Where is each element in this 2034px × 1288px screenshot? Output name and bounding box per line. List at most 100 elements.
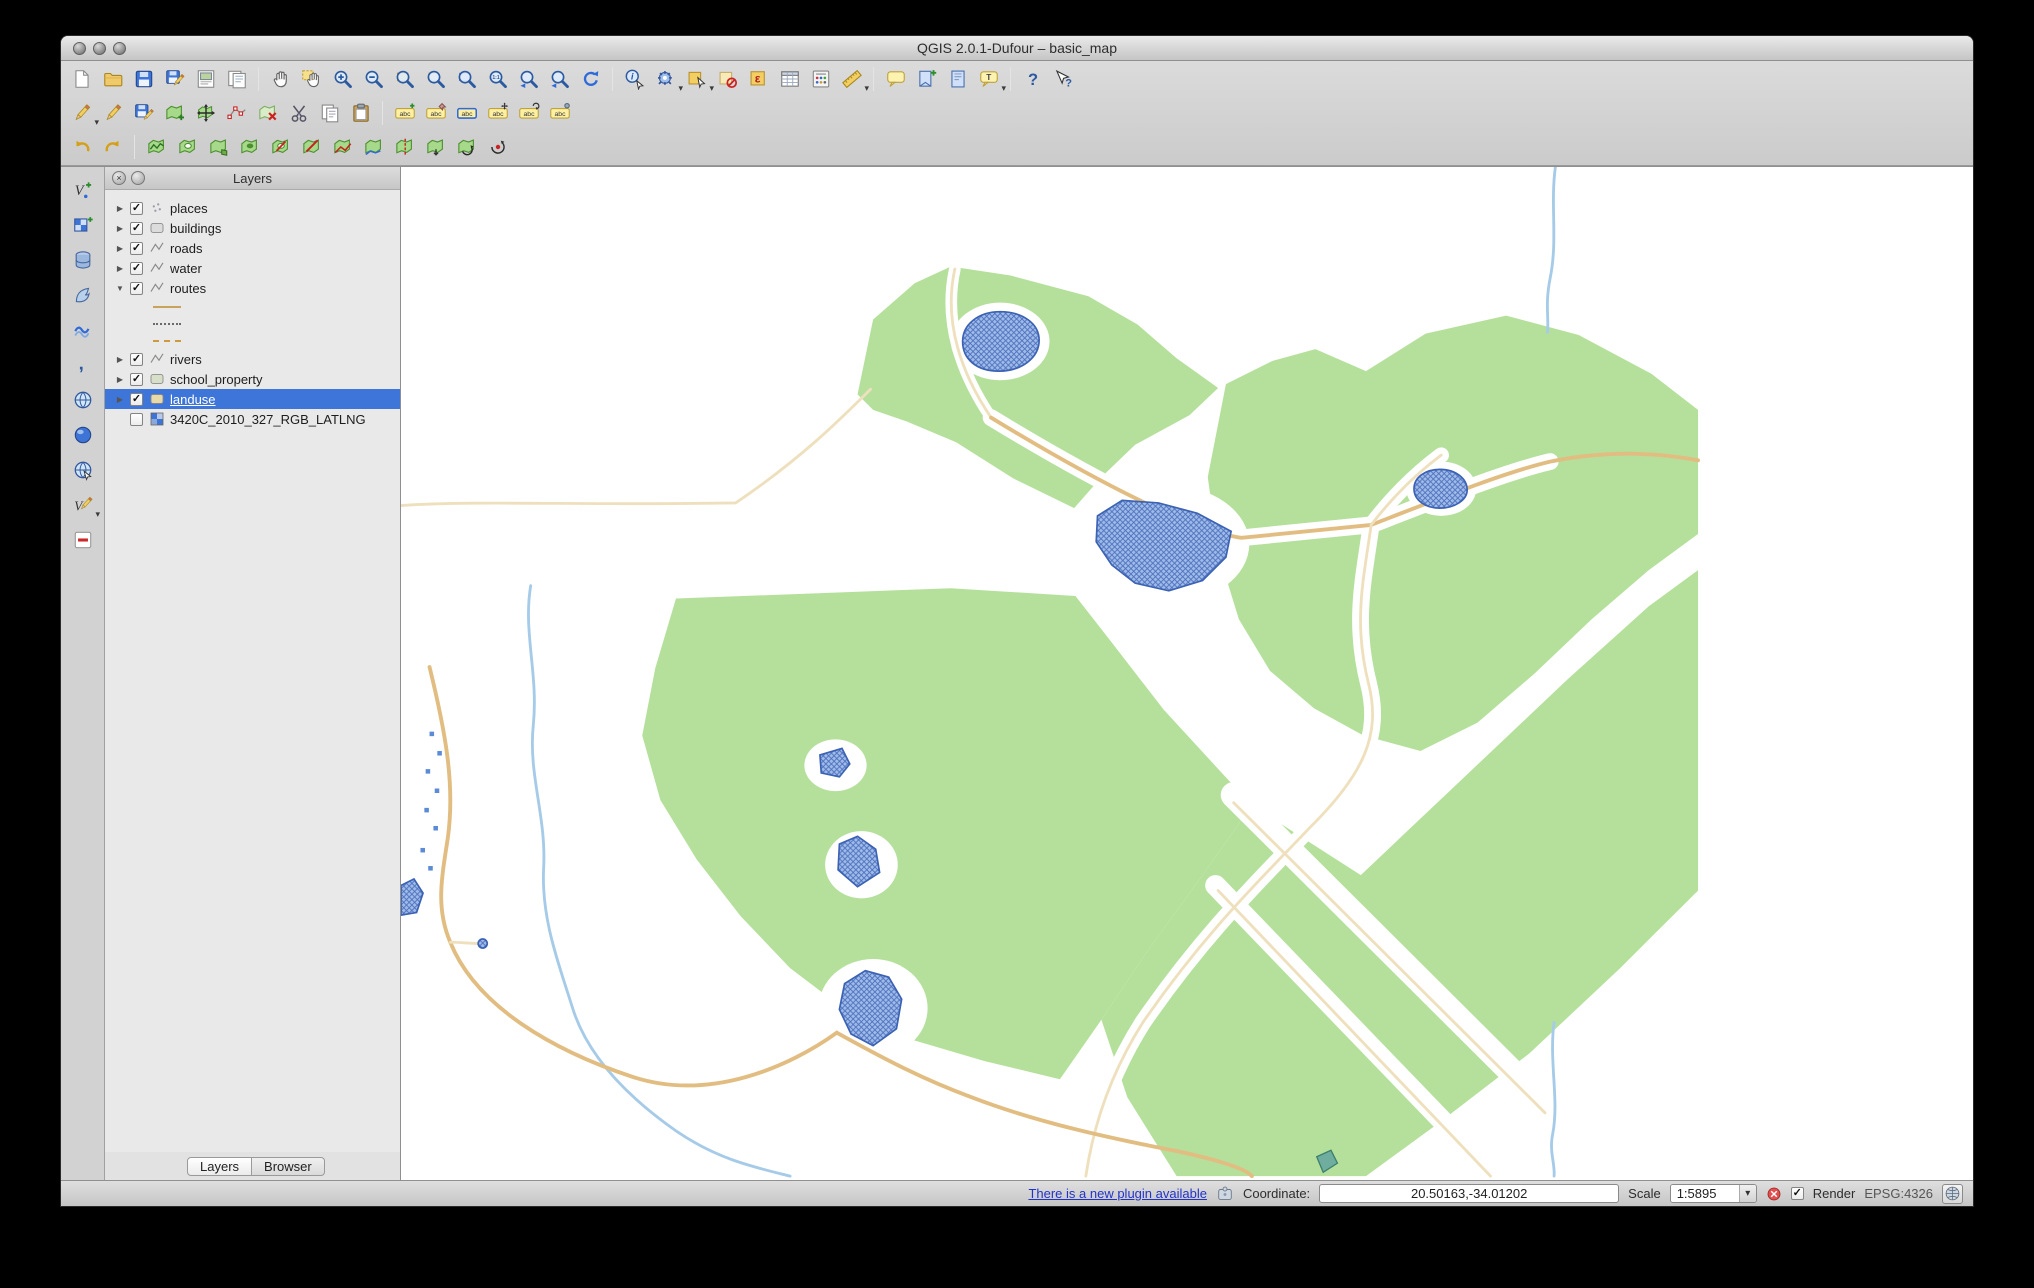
layer-expander-icon[interactable]: ▶	[115, 244, 125, 253]
redo-button[interactable]	[97, 132, 128, 162]
undo-button[interactable]	[66, 132, 97, 162]
label-properties-button[interactable]: abc	[544, 98, 575, 128]
field-calculator-button[interactable]	[805, 64, 836, 94]
layer-visibility-checkbox[interactable]: ✓	[130, 242, 143, 255]
layer-expander-icon[interactable]: ▶	[115, 355, 125, 364]
help-contents-button[interactable]: ?	[1017, 64, 1048, 94]
map-tips-button[interactable]	[880, 64, 911, 94]
layer-expander-icon[interactable]: ▶	[115, 204, 125, 213]
save-project-as-button[interactable]	[159, 64, 190, 94]
add-part-button[interactable]	[203, 132, 234, 162]
layer-visibility-checkbox[interactable]: ✓	[130, 373, 143, 386]
layer-visibility-checkbox[interactable]: ✓	[130, 262, 143, 275]
offset-curve-button[interactable]	[358, 132, 389, 162]
label-rotate-button[interactable]: abc	[513, 98, 544, 128]
paste-features-button[interactable]	[345, 98, 376, 128]
add-wfs-layer-button[interactable]	[67, 455, 98, 485]
labeling-button[interactable]: abc	[389, 98, 420, 128]
layer-item-rivers[interactable]: ▶✓rivers	[105, 349, 400, 369]
map-canvas[interactable]	[401, 167, 1973, 1180]
zoom-next-button[interactable]	[544, 64, 575, 94]
add-raster-layer-button[interactable]	[67, 210, 98, 240]
whats-this-button[interactable]: ?	[1048, 64, 1079, 94]
layer-item-roads[interactable]: ▶ ✓ roads	[105, 238, 400, 258]
simplify-feature-button[interactable]	[141, 132, 172, 162]
layer-expander-icon[interactable]: ▼	[115, 284, 125, 293]
label-highlight-button[interactable]: abc	[451, 98, 482, 128]
scale-input[interactable]	[1671, 1185, 1739, 1202]
text-annotation-button[interactable]: T▾	[973, 64, 1004, 94]
layer-expander-icon[interactable]: ▶	[115, 224, 125, 233]
layer-item-3420C_2010_327_RGB_LATLNG[interactable]: 3420C_2010_327_RGB_LATLNG	[105, 409, 400, 429]
layer-expander-icon[interactable]: ▶	[115, 264, 125, 273]
add-spatialite-layer-button[interactable]	[67, 280, 98, 310]
panel-detach-button[interactable]	[131, 171, 145, 185]
new-print-composer-button[interactable]	[190, 64, 221, 94]
add-ring-button[interactable]	[172, 132, 203, 162]
delete-ring-button[interactable]	[265, 132, 296, 162]
open-project-button[interactable]	[97, 64, 128, 94]
zoom-full-button[interactable]	[389, 64, 420, 94]
layer-item-buildings[interactable]: ▶✓buildings	[105, 218, 400, 238]
map-refresh-button[interactable]	[575, 64, 606, 94]
zoom-in-button[interactable]	[327, 64, 358, 94]
layer-name[interactable]: water	[170, 261, 202, 276]
panel-close-button[interactable]: ×	[112, 171, 126, 185]
zoom-last-button[interactable]	[513, 64, 544, 94]
crs-status-button[interactable]	[1942, 1184, 1963, 1204]
pan-map-to-selection-button[interactable]	[296, 64, 327, 94]
merge-features-button[interactable]	[420, 132, 451, 162]
add-vector-layer-button[interactable]: V	[67, 175, 98, 205]
split-features-button[interactable]	[389, 132, 420, 162]
pan-map-button[interactable]	[265, 64, 296, 94]
new-bookmark-button[interactable]	[911, 64, 942, 94]
label-move-button[interactable]: abc	[482, 98, 513, 128]
layer-visibility-checkbox[interactable]: ✓	[130, 393, 143, 406]
copy-features-button[interactable]	[314, 98, 345, 128]
layer-visibility-checkbox[interactable]: ✓	[130, 202, 143, 215]
delete-selected-button[interactable]	[252, 98, 283, 128]
layer-visibility-checkbox[interactable]	[130, 413, 143, 426]
select-features-button[interactable]: ▾	[681, 64, 712, 94]
layer-name[interactable]: school_property	[170, 372, 263, 387]
add-mssql-layer-button[interactable]	[67, 315, 98, 345]
dropdown-arrow-icon[interactable]: ▾	[95, 510, 100, 519]
layer-expander-icon[interactable]: ▶	[115, 395, 125, 404]
composer-manager-button[interactable]	[221, 64, 252, 94]
layer-name[interactable]: places	[170, 201, 208, 216]
new-shapefile-layer-button[interactable]: V▾	[67, 490, 98, 520]
rotate-feature-button[interactable]	[451, 132, 482, 162]
add-delimited-text-layer-button[interactable]: ,	[67, 350, 98, 380]
delete-part-button[interactable]	[296, 132, 327, 162]
layer-item-water[interactable]: ▶ ✓ water	[105, 258, 400, 278]
tab-browser[interactable]: Browser	[252, 1157, 325, 1176]
run-feature-action-button[interactable]: ▾	[650, 64, 681, 94]
save-project-button[interactable]	[128, 64, 159, 94]
save-layer-edits-button[interactable]	[128, 98, 159, 128]
stop-render-icon[interactable]	[1766, 1186, 1782, 1202]
label-pin-button[interactable]: abc	[420, 98, 451, 128]
toggle-editing-button[interactable]	[97, 98, 128, 128]
layer-item-school_property[interactable]: ▶ ✓ school_property	[105, 369, 400, 389]
zoom-button[interactable]	[113, 42, 126, 55]
open-attribute-table-button[interactable]	[774, 64, 805, 94]
layer-expander-icon[interactable]: ▶	[115, 375, 125, 384]
zoom-to-layer-button[interactable]	[451, 64, 482, 94]
scale-combo[interactable]: ▾	[1670, 1184, 1757, 1203]
close-button[interactable]	[73, 42, 86, 55]
node-tool-button[interactable]	[221, 98, 252, 128]
zoom-native-button[interactable]: 1:1	[482, 64, 513, 94]
zoom-out-button[interactable]	[358, 64, 389, 94]
titlebar[interactable]: QGIS 2.0.1-Dufour – basic_map	[61, 36, 1973, 61]
add-postgis-layer-button[interactable]	[67, 245, 98, 275]
layer-item-places[interactable]: ▶ ✓ places	[105, 198, 400, 218]
current-edits-button[interactable]: ▾	[66, 98, 97, 128]
scale-dropdown-arrow[interactable]: ▾	[1739, 1185, 1756, 1202]
add-feature-button[interactable]	[159, 98, 190, 128]
coordinate-input[interactable]	[1319, 1184, 1619, 1203]
layer-name[interactable]: roads	[170, 241, 203, 256]
show-bookmarks-button[interactable]	[942, 64, 973, 94]
identify-features-button[interactable]: i	[619, 64, 650, 94]
layer-name[interactable]: rivers	[170, 352, 202, 367]
minimize-button[interactable]	[93, 42, 106, 55]
